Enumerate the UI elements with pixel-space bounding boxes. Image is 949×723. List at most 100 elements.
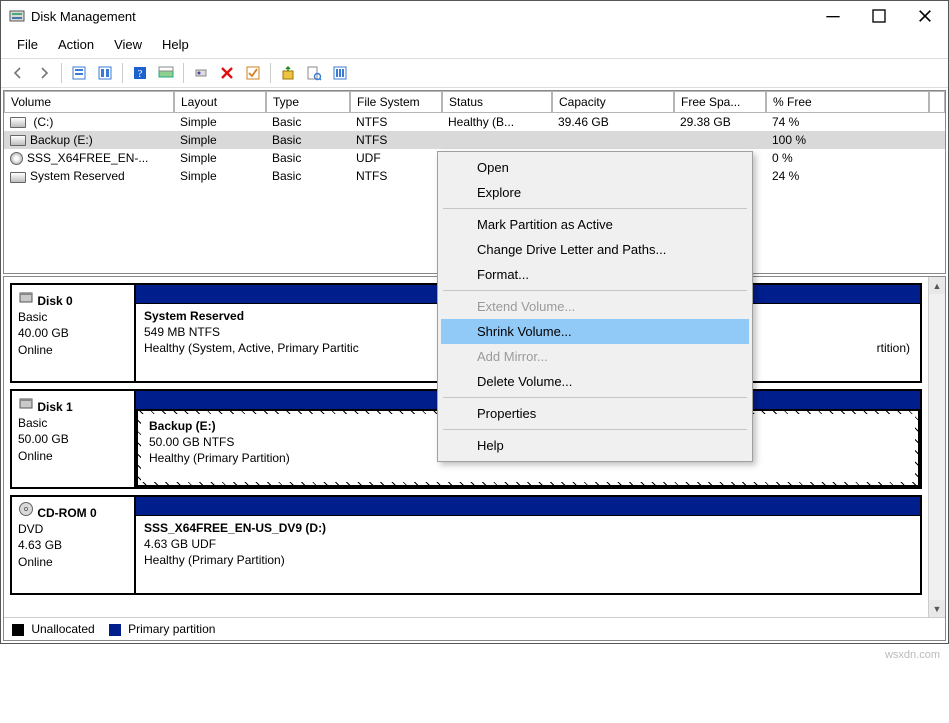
toolbar-refresh-icon[interactable] (190, 62, 212, 84)
toolbar-rescan-icon[interactable] (277, 62, 299, 84)
scrollbar-vertical[interactable]: ▲ ▼ (928, 277, 945, 617)
toolbar-volume-list-icon[interactable] (94, 62, 116, 84)
toolbar-separator (270, 63, 271, 83)
context-menu-item[interactable]: Open (441, 155, 749, 180)
cell-fs: NTFS (350, 114, 442, 130)
col-scroll-spacer (929, 91, 945, 113)
table-row[interactable]: (C:) SimpleBasicNTFSHealthy (B...39.46 GB… (4, 113, 945, 131)
legend-item-unallocated: Unallocated (12, 622, 95, 636)
disk-info[interactable]: Disk 1Basic50.00 GBOnline (12, 391, 136, 487)
partition[interactable]: SSS_X64FREE_EN-US_DV9 (D:)4.63 GB UDFHea… (136, 515, 920, 593)
disk-state: Online (18, 342, 128, 358)
context-menu-item[interactable]: Format... (441, 262, 749, 287)
cell-volume: (C:) (30, 115, 53, 129)
cell-fs: UDF (350, 150, 442, 166)
context-menu-item[interactable]: Properties (441, 401, 749, 426)
col-volume[interactable]: Volume (4, 91, 174, 113)
legend-swatch-primary (109, 624, 121, 636)
col-free-space[interactable]: Free Spa... (674, 91, 766, 113)
context-menu-separator (443, 429, 747, 430)
cell-fs: NTFS (350, 132, 442, 148)
col-layout[interactable]: Layout (174, 91, 266, 113)
toolbar-separator (183, 63, 184, 83)
context-menu-separator (443, 208, 747, 209)
context-menu-item[interactable]: Help (441, 433, 749, 458)
disk-kind: DVD (18, 521, 128, 537)
cell-pctfree: 100 % (766, 132, 929, 148)
cell-status (442, 139, 552, 141)
toolbar-check-icon[interactable] (242, 62, 264, 84)
disk-state: Online (18, 554, 128, 570)
toolbar-settings-icon[interactable] (329, 62, 351, 84)
disk-size: 40.00 GB (18, 325, 128, 341)
legend-label: Unallocated (31, 622, 94, 636)
context-menu-separator (443, 290, 747, 291)
cell-type: Basic (266, 150, 350, 166)
toolbar-disk-list-icon[interactable] (68, 62, 90, 84)
close-button[interactable] (902, 1, 948, 31)
disk-kind: Basic (18, 309, 128, 325)
disk-info[interactable]: CD-ROM 0DVD4.63 GBOnline (12, 497, 136, 593)
disk-management-icon (9, 8, 25, 24)
legend-swatch-unallocated (12, 624, 24, 636)
volume-context-menu[interactable]: OpenExplore Mark Partition as ActiveChang… (437, 151, 753, 462)
legend-item-primary: Primary partition (109, 622, 216, 636)
drive-icon (10, 117, 26, 128)
cell-pctfree: 74 % (766, 114, 929, 130)
cell-pctfree: 24 % (766, 168, 929, 184)
disk-bar (136, 497, 920, 515)
scroll-up-button[interactable]: ▲ (929, 277, 945, 294)
table-row[interactable]: Backup (E:)SimpleBasicNTFS100 % (4, 131, 945, 149)
menu-help[interactable]: Help (152, 33, 199, 56)
titlebar: Disk Management (1, 1, 948, 31)
disk-partitions: SSS_X64FREE_EN-US_DV9 (D:)4.63 GB UDFHea… (136, 497, 920, 593)
col-pct-free[interactable]: % Free (766, 91, 929, 113)
cell-type: Basic (266, 168, 350, 184)
disk-size: 4.63 GB (18, 537, 128, 553)
toolbar-separator (61, 63, 62, 83)
cell-fs: NTFS (350, 168, 442, 184)
col-filesystem[interactable]: File System (350, 91, 442, 113)
watermark: wsxdn.com (885, 649, 940, 661)
toolbar-properties-icon[interactable] (303, 62, 325, 84)
menu-view[interactable]: View (104, 33, 152, 56)
col-capacity[interactable]: Capacity (552, 91, 674, 113)
scroll-down-button[interactable]: ▼ (929, 600, 945, 617)
disk-name: CD-ROM 0 (37, 506, 96, 520)
cd-icon (10, 152, 23, 165)
minimize-button[interactable] (810, 1, 856, 31)
nav-forward-button[interactable] (33, 62, 55, 84)
cell-status: Healthy (B... (442, 114, 552, 130)
cell-volume: Backup (E:) (30, 133, 93, 147)
context-menu-item[interactable]: Shrink Volume... (441, 319, 749, 344)
svg-text:?: ? (138, 68, 143, 80)
col-type[interactable]: Type (266, 91, 350, 113)
disk-info[interactable]: Disk 0Basic40.00 GBOnline (12, 285, 136, 381)
toolbar-help-icon[interactable]: ? (129, 62, 151, 84)
volume-table-header: Volume Layout Type File System Status Ca… (4, 91, 945, 113)
col-status[interactable]: Status (442, 91, 552, 113)
toolbar-delete-icon[interactable] (216, 62, 238, 84)
cell-capacity: 39.46 GB (552, 114, 674, 130)
menu-action[interactable]: Action (48, 33, 104, 56)
disk-kind: Basic (18, 415, 128, 431)
cell-volume: SSS_X64FREE_EN-... (27, 151, 148, 165)
maximize-button[interactable] (856, 1, 902, 31)
context-menu-item[interactable]: Change Drive Letter and Paths... (441, 237, 749, 262)
cell-type: Basic (266, 114, 350, 130)
disk-state: Online (18, 448, 128, 464)
context-menu-item[interactable]: Explore (441, 180, 749, 205)
toolbar-separator (122, 63, 123, 83)
nav-back-button[interactable] (7, 62, 29, 84)
disk-management-window: Disk Management File Action View Help ? (0, 0, 949, 644)
legend-label: Primary partition (128, 622, 215, 636)
context-menu-item[interactable]: Mark Partition as Active (441, 212, 749, 237)
menu-file[interactable]: File (7, 33, 48, 56)
context-menu-item[interactable]: Delete Volume... (441, 369, 749, 394)
toolbar-graphic-view-icon[interactable] (155, 62, 177, 84)
disk-slots: SSS_X64FREE_EN-US_DV9 (D:)4.63 GB UDFHea… (136, 515, 920, 593)
cell-free (674, 139, 766, 141)
drive-icon (10, 135, 26, 146)
cell-type: Basic (266, 132, 350, 148)
cell-layout: Simple (174, 114, 266, 130)
